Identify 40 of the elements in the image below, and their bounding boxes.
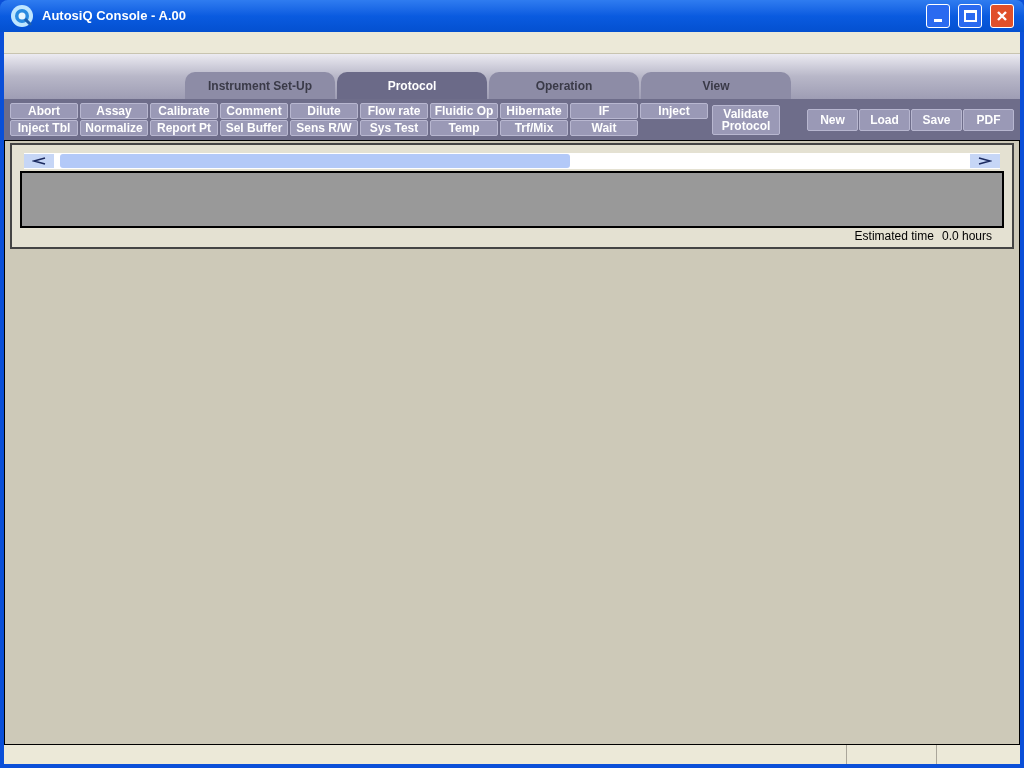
command-button[interactable]: Assay xyxy=(80,103,148,119)
command-button[interactable]: IF xyxy=(570,103,638,119)
command-button[interactable]: Sel Buffer xyxy=(220,120,288,136)
command-button[interactable]: Wait xyxy=(570,120,638,136)
command-button[interactable]: Inject xyxy=(640,103,708,119)
validate-protocol-button[interactable]: Validate Protocol xyxy=(712,104,780,135)
command-button[interactable]: Sys Test xyxy=(360,120,428,136)
minimize-button[interactable] xyxy=(926,4,950,28)
window-title: AutosiQ Console - A.00 xyxy=(42,7,186,26)
tab[interactable]: View xyxy=(641,72,791,99)
command-button[interactable]: Temp xyxy=(430,120,498,136)
app-logo-icon xyxy=(10,4,34,28)
command-button[interactable]: Calibrate xyxy=(150,103,218,119)
command-button[interactable]: Inject Tbl xyxy=(10,120,78,136)
close-icon xyxy=(996,10,1008,22)
file-button[interactable]: Load xyxy=(859,108,910,131)
command-button[interactable]: Sens R/W xyxy=(290,120,358,136)
command-button[interactable]: Flow rate xyxy=(360,103,428,119)
command-button[interactable]: Hibernate xyxy=(500,103,568,119)
tab[interactable]: Instrument Set-Up xyxy=(185,72,335,99)
tab[interactable]: Protocol xyxy=(337,72,487,99)
estimated-time-value: 0.0 hours xyxy=(941,228,992,245)
scroll-left-button[interactable] xyxy=(24,154,54,168)
file-button[interactable]: PDF xyxy=(963,108,1014,131)
command-button[interactable]: Report Pt xyxy=(150,120,218,136)
maximize-button[interactable] xyxy=(958,4,982,28)
close-button[interactable] xyxy=(990,4,1014,28)
command-button[interactable]: Comment xyxy=(220,103,288,119)
scroll-right-button[interactable] xyxy=(970,154,1000,168)
command-button[interactable]: Trf/Mix xyxy=(500,120,568,136)
horizontal-scrollbar[interactable] xyxy=(24,153,1000,169)
command-button[interactable]: Abort xyxy=(10,103,78,119)
scroll-thumb[interactable] xyxy=(60,154,570,168)
file-button[interactable]: Save xyxy=(911,108,962,131)
command-button[interactable]: Normalize xyxy=(80,120,148,136)
tab[interactable]: Operation xyxy=(489,72,639,99)
file-button[interactable]: New xyxy=(807,108,858,131)
command-button[interactable]: Dilute xyxy=(290,103,358,119)
command-button[interactable]: Fluidic Op xyxy=(430,103,498,119)
estimated-time-label: Estimated time xyxy=(854,228,934,245)
